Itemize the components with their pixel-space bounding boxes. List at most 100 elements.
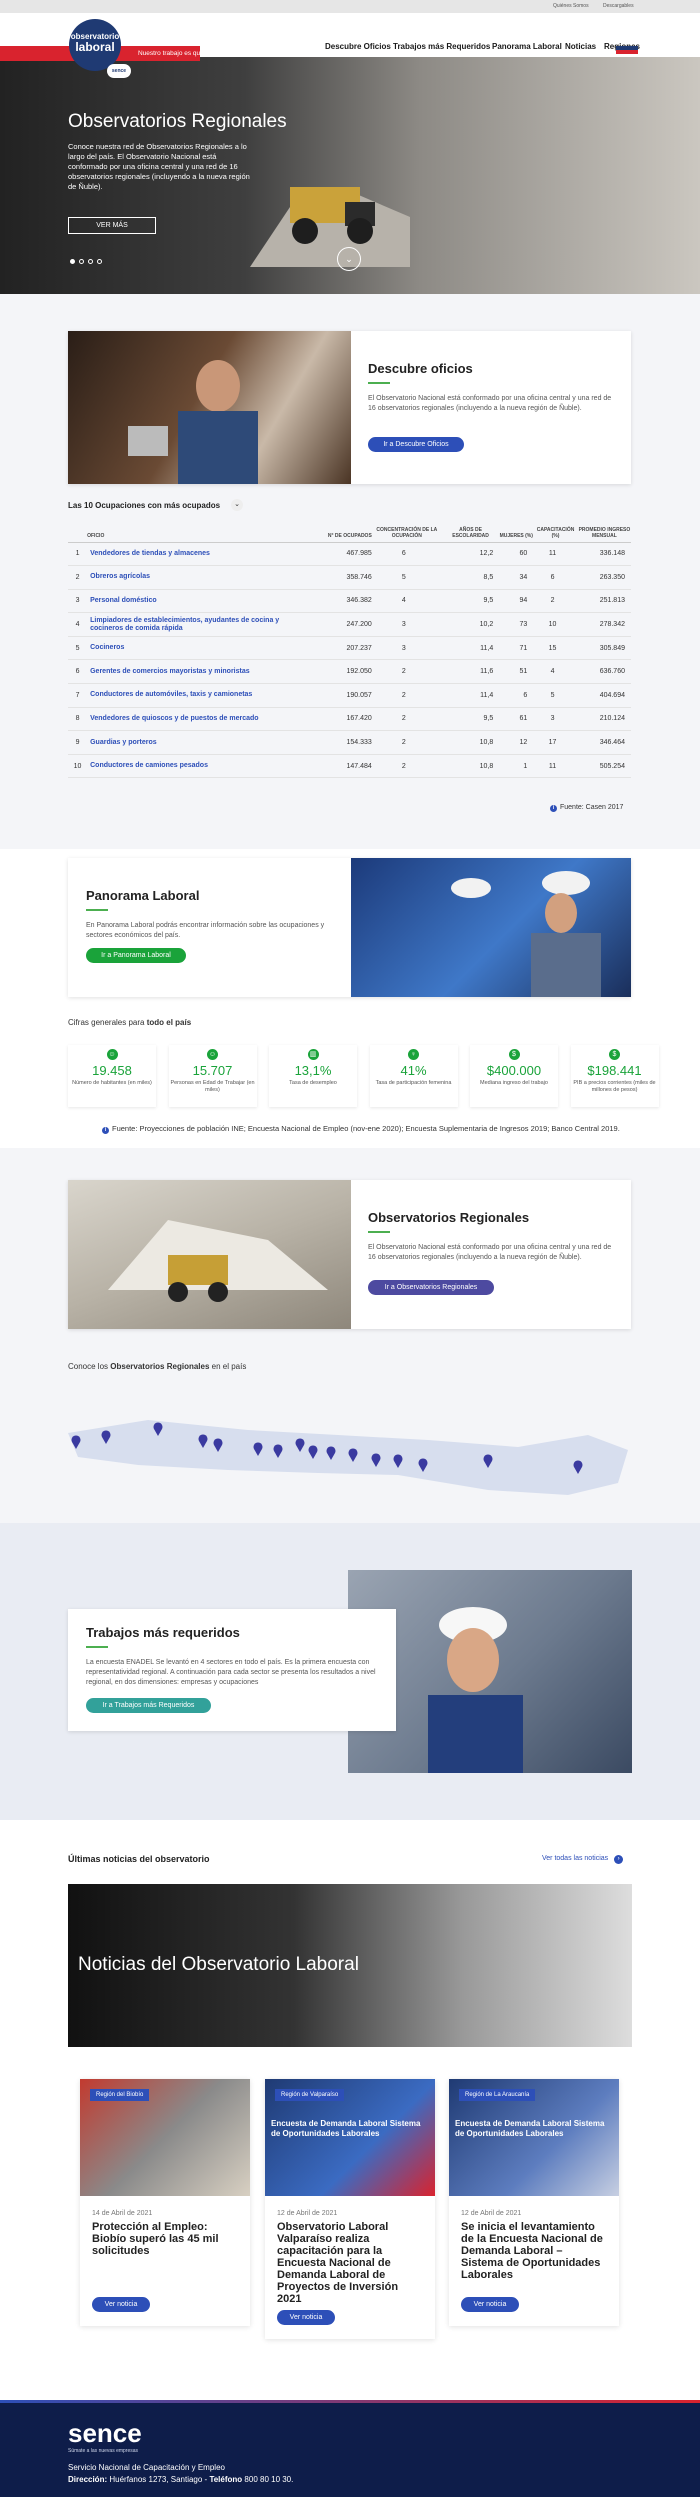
trabajos-text: La encuesta ENADEL Se levantó en 4 secto…	[86, 1659, 376, 1686]
casen-source: i Fuente: Casen 2017	[550, 804, 623, 812]
table-cell: 71	[499, 636, 534, 661]
occupation-link[interactable]: Guardias y porteros	[87, 730, 311, 755]
ver-mas-button[interactable]: VER MÁS	[68, 217, 156, 234]
slider-dot[interactable]	[79, 259, 84, 264]
col-escolaridad: AÑOS DE ESCOLARIDAD	[441, 522, 500, 543]
table-cell: 11	[533, 542, 578, 567]
mining-photo	[68, 1180, 351, 1329]
stat-icon: ▥	[307, 1049, 319, 1060]
occupation-link[interactable]: Limpiadores de establecimientos, ayudant…	[87, 612, 311, 637]
table-cell: 11	[533, 754, 578, 779]
news-title[interactable]: Observatorio Laboral Valparaíso realiza …	[277, 2221, 423, 2305]
table-cell: 11,4	[441, 636, 500, 661]
slider-dot[interactable]	[70, 259, 75, 264]
occupation-link[interactable]: Conductores de camiones pesados	[87, 754, 311, 779]
stat-value: 19.458	[92, 1063, 132, 1078]
slider-dot[interactable]	[97, 259, 102, 264]
table-cell: 5	[533, 683, 578, 708]
cifras-source: i Fuente: Proyecciones de población INE; …	[102, 1124, 620, 1134]
occupation-link[interactable]: Conductores de automóviles, taxis y cami…	[87, 683, 311, 708]
stat-card: $ $198.441 PIB a precios corrientes (miles…	[570, 1045, 659, 1107]
see-all-news-link[interactable]: Ver todas las noticias ›	[542, 1855, 624, 1864]
news-heading: Últimas noticias del observatorio	[68, 1854, 210, 1864]
table-cell: 2	[371, 683, 442, 708]
table-cell: 4	[68, 612, 88, 637]
quienes-somos-link[interactable]: Quiénes Somos	[553, 3, 589, 9]
table-row[interactable]: 10 Conductores de camiones pesados 147.484…	[68, 754, 631, 779]
table-cell: 2	[68, 565, 88, 590]
occupation-link[interactable]: Vendedores de quioscos y de puestos de m…	[87, 707, 311, 732]
occupation-link[interactable]: Cocineros	[87, 636, 311, 661]
slider-dot[interactable]	[88, 259, 93, 264]
news-title[interactable]: Protección al Empleo: Biobío superó las …	[92, 2221, 238, 2257]
table-cell: 3	[371, 636, 442, 661]
descubre-oficios-button[interactable]: Ir a Descubre Oficios	[368, 437, 464, 452]
table-row[interactable]: 6 Gerentes de comercios mayoristas y mino…	[68, 659, 631, 685]
trabajos-requeridos-button[interactable]: Ir a Trabajos más Requeridos	[86, 1698, 211, 1713]
stat-card: ▥ 13,1% Tasa de desempleo	[269, 1045, 357, 1107]
news-banner: Noticias del Observatorio Laboral	[68, 1884, 632, 2047]
occupation-link[interactable]: Gerentes de comercios mayoristas y minor…	[87, 659, 311, 685]
occupation-link[interactable]: Obreros agrícolas	[87, 565, 311, 590]
slider-dots	[70, 251, 106, 269]
table-cell: 505.254	[577, 754, 631, 779]
nav-trabajos-requeridos[interactable]: Trabajos más Requeridos	[393, 42, 490, 51]
stat-value: $400.000	[486, 1063, 542, 1078]
table-cell: 167.420	[310, 707, 372, 732]
nav-descubre-oficios[interactable]: Descubre Oficios	[325, 42, 391, 51]
arrow-right-icon: ›	[614, 1855, 624, 1864]
stat-icon: ☺	[106, 1049, 118, 1060]
table-row[interactable]: 2 Obreros agrícolas 358.746 5 8,5 34 6 263.350	[68, 565, 631, 590]
news-title[interactable]: Se inicia el levantamiento de la Encuest…	[461, 2221, 607, 2281]
ver-noticia-button[interactable]: Ver noticia	[277, 2310, 335, 2325]
table-cell: 6	[499, 683, 534, 708]
table-row[interactable]: 8 Vendedores de quioscos y de puestos de …	[68, 707, 631, 732]
table-cell: 12	[499, 730, 534, 755]
news-card[interactable]: Región de Valparaíso Encuesta de Demanda …	[265, 2079, 435, 2339]
trabajos-title: Trabajos más requeridos	[86, 1625, 240, 1640]
observatorios-regionales-button[interactable]: Ir a Observatorios Regionales	[368, 1280, 494, 1295]
regionales-card: Observatorios Regionales El Observatorio…	[68, 1180, 631, 1329]
nav-panorama-laboral[interactable]: Panorama Laboral	[492, 42, 562, 51]
nav-noticias[interactable]: Noticias	[565, 42, 596, 51]
hero-title: Observatorios Regionales	[68, 111, 287, 132]
footer-address: Dirección: Huérfanos 1273, Santiago - Te…	[68, 2475, 294, 2484]
trabajos-card: Trabajos más requeridos La encuesta ENAD…	[68, 1609, 396, 1731]
sence-footer-logo: sence	[68, 2418, 142, 2448]
table-row[interactable]: 5 Cocineros 207.237 3 11,4 71 15 305.849	[68, 636, 631, 661]
ver-noticia-button[interactable]: Ver noticia	[92, 2297, 150, 2312]
panorama-laboral-button[interactable]: Ir a Panorama Laboral	[86, 948, 186, 963]
table-cell: 2	[371, 707, 442, 732]
workers-photo	[351, 858, 631, 997]
news-banner-title: Noticias del Observatorio Laboral	[78, 1954, 359, 1975]
table-row[interactable]: 1 Vendedores de tiendas y almacenes 467.98…	[68, 542, 631, 567]
table-row[interactable]: 4 Limpiadores de establecimientos, ayudan…	[68, 612, 631, 637]
occupation-link[interactable]: Personal doméstico	[87, 589, 311, 614]
table-cell: 11,4	[441, 683, 500, 708]
table-cell: 7	[68, 683, 88, 708]
chevron-down-icon[interactable]: ⌄	[231, 499, 243, 511]
table-cell: 192.050	[310, 659, 372, 685]
news-card[interactable]: Región de La Araucanía Encuesta de Demand…	[449, 2079, 619, 2326]
table-row[interactable]: 7 Conductores de automóviles, taxis y cam…	[68, 683, 631, 708]
news-card[interactable]: Región del Biobío 14 de Abril de 2021 Prot…	[80, 2079, 250, 2326]
table-cell: 207.237	[310, 636, 372, 661]
table-row[interactable]: 3 Personal doméstico 346.382 4 9,5 94 2 251.813	[68, 589, 631, 614]
stat-label: Mediana ingreso del trabajo	[480, 1080, 548, 1086]
stat-label: Personas en Edad de Trabajar (en miles)	[170, 1080, 255, 1093]
stat-icon: ☺	[207, 1049, 218, 1060]
scroll-down-icon[interactable]: ⌄	[337, 247, 361, 271]
region-badge: Región del Biobío	[90, 2089, 150, 2101]
occupation-link[interactable]: Vendedores de tiendas y almacenes	[87, 542, 311, 567]
col-oficio: OFICIO	[87, 522, 311, 543]
chile-map[interactable]	[68, 1395, 633, 1505]
sence-logo: sence	[107, 64, 131, 78]
table-row[interactable]: 9 Guardias y porteros 154.333 2 10,8 12 17 346.…	[68, 730, 631, 755]
descargables-link[interactable]: Descargables	[603, 3, 634, 9]
region-badge: Región de Valparaíso	[275, 2089, 345, 2101]
hero-text: Conoce nuestra red de Observatorios Regi…	[68, 142, 250, 191]
table-cell: 305.849	[577, 636, 631, 661]
stat-value: 41%	[400, 1063, 427, 1078]
stat-icon: $	[609, 1049, 620, 1060]
ver-noticia-button[interactable]: Ver noticia	[461, 2297, 519, 2312]
